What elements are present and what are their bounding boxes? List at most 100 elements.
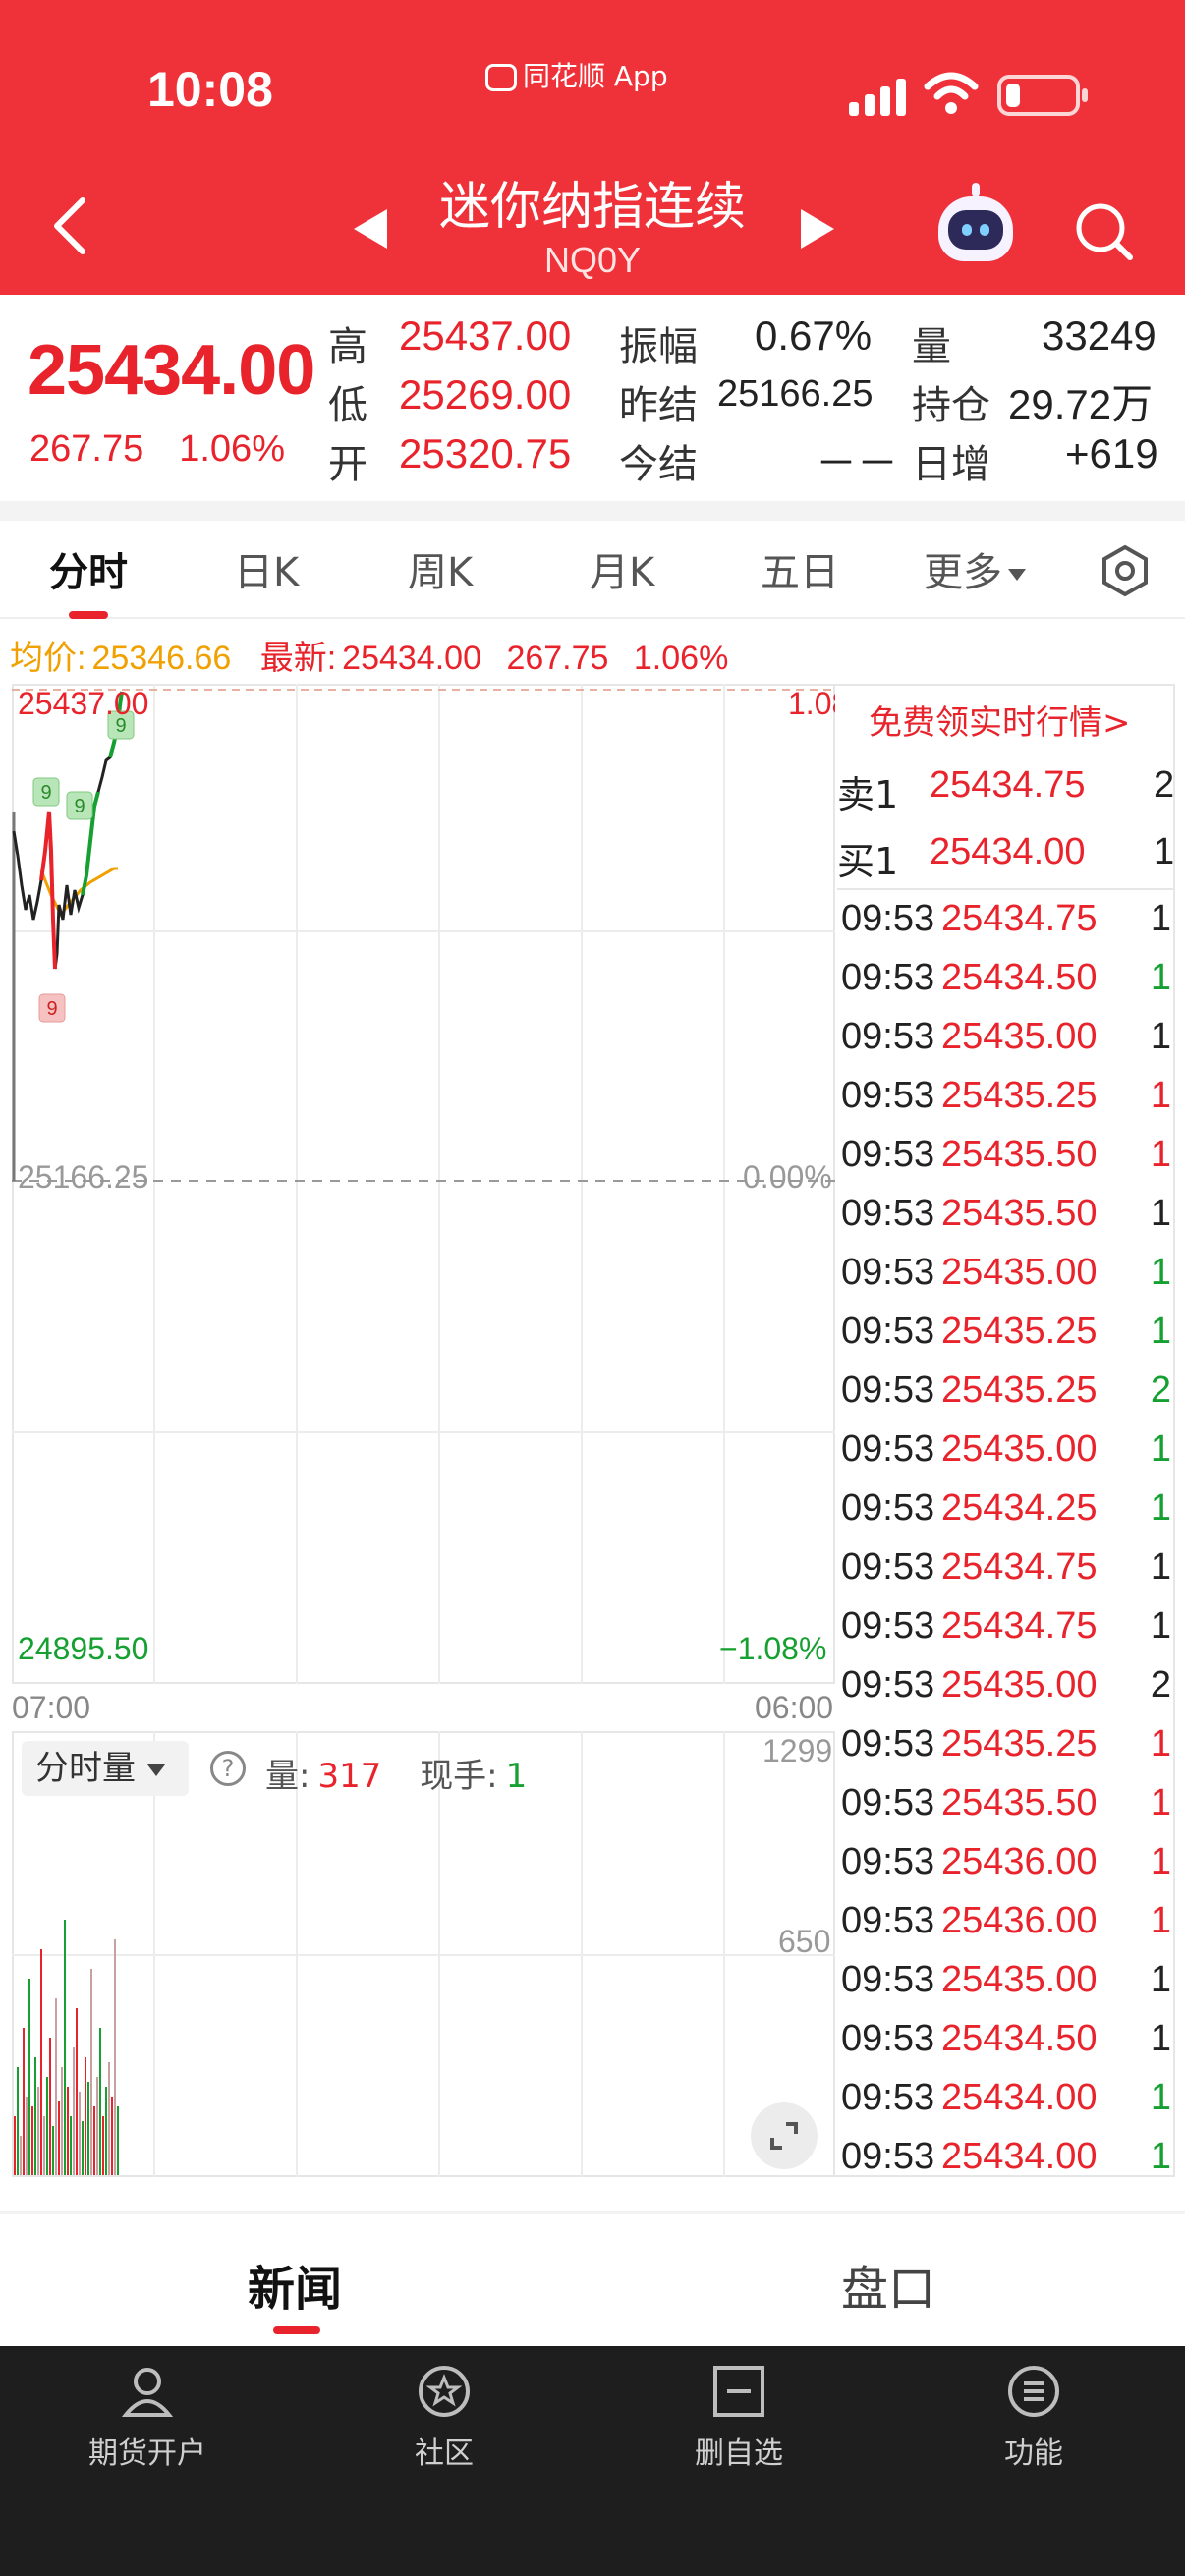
nav-community[interactable]: 社区 xyxy=(346,2362,542,2472)
volume-chart-svg xyxy=(12,1731,835,2177)
fullscreen-button[interactable] xyxy=(751,2102,818,2169)
volume-bar xyxy=(105,2087,107,2175)
trade-time: 09:53 xyxy=(841,1546,935,1588)
quote-label: 量 xyxy=(912,324,951,369)
trade-row: 09:53 25435.25 1 xyxy=(841,1067,1175,1126)
trade-row: 09:53 25434.75 1 xyxy=(841,890,1175,949)
expand-icon xyxy=(770,2122,798,2150)
bid1-label: 买1 xyxy=(837,840,899,883)
volume-bar xyxy=(67,2087,69,2175)
trade-volume: 1 xyxy=(1150,1546,1171,1588)
trade-volume: 1 xyxy=(1150,1723,1171,1764)
trade-volume: 1 xyxy=(1150,2018,1171,2059)
avg-value: 25346.66 xyxy=(91,640,232,677)
avg-label: 均价: xyxy=(10,640,86,677)
change-value: 267.75 xyxy=(29,428,144,470)
ask1-label: 卖1 xyxy=(837,773,899,816)
trade-price: 25434.25 xyxy=(941,1487,1098,1529)
search-icon[interactable] xyxy=(1073,200,1134,261)
trade-volume: 1 xyxy=(1150,1016,1171,1057)
trade-time: 09:53 xyxy=(841,1016,935,1057)
quote-label: 昨结 xyxy=(619,383,698,428)
trade-volume: 1 xyxy=(1150,1075,1171,1116)
trade-volume: 1 xyxy=(1150,1193,1171,1234)
nav-remove-watchlist[interactable]: 删自选 xyxy=(641,2362,837,2472)
help-icon[interactable]: ? xyxy=(210,1751,246,1786)
y-axis-low: 24895.50 xyxy=(18,1631,149,1666)
tab-monthly-k[interactable]: 月K xyxy=(590,540,654,597)
trade-time: 09:53 xyxy=(841,1605,935,1647)
nav-functions[interactable]: 功能 xyxy=(935,2362,1132,2472)
trade-volume: 1 xyxy=(1150,1959,1171,2000)
tab-news[interactable]: 新闻 xyxy=(248,2250,342,2319)
quote-label: 开 xyxy=(328,442,367,487)
trade-time: 09:53 xyxy=(841,2077,935,2118)
vol-axis-max: 1299 xyxy=(762,1733,833,1768)
trade-time: 09:53 xyxy=(841,1134,935,1175)
trade-price: 25435.00 xyxy=(941,1959,1098,2000)
trade-time: 09:53 xyxy=(841,1311,935,1352)
latest-value: 25434.00 xyxy=(342,640,481,677)
quote-value: 25269.00 xyxy=(399,371,572,418)
ai-assistant-icon[interactable] xyxy=(938,183,1013,261)
menu-icon xyxy=(1008,2366,1059,2417)
quote-value: 33249 xyxy=(1042,312,1157,359)
nav-label: 功能 xyxy=(1004,2436,1063,2471)
x-axis-start: 07:00 xyxy=(12,1690,91,1725)
trade-row: 09:53 25435.25 2 xyxy=(841,1362,1175,1421)
status-time: 10:08 xyxy=(147,62,273,117)
bid1-volume: 1 xyxy=(1154,831,1175,872)
tab-five-day[interactable]: 五日 xyxy=(761,540,839,597)
quote-value: +619 xyxy=(1065,430,1158,476)
volume-bar xyxy=(31,2106,33,2175)
ths-logo-icon xyxy=(485,64,517,91)
trade-price: 25435.50 xyxy=(941,1782,1098,1823)
next-contract-icon[interactable] xyxy=(801,209,834,249)
trade-price: 25435.50 xyxy=(941,1134,1098,1175)
volume-type-selector[interactable]: 分时量 xyxy=(22,1741,189,1796)
signal-icon xyxy=(849,77,908,116)
quote-label: 低 xyxy=(328,383,367,428)
dropdown-icon xyxy=(1008,569,1026,581)
dropdown-icon xyxy=(147,1764,165,1776)
account-icon xyxy=(121,2368,174,2417)
trade-price: 25435.00 xyxy=(941,1016,1098,1057)
quote-label: 今结 xyxy=(619,442,698,487)
realtime-promo-link[interactable]: 免费领实时行情> xyxy=(869,696,1131,744)
change-percent: 1.06% xyxy=(179,428,285,470)
tab-daily-k[interactable]: 日K xyxy=(234,540,299,597)
volume-bar xyxy=(99,2028,101,2175)
trade-row: 09:53 25435.50 1 xyxy=(841,1774,1175,1833)
volume-bar xyxy=(23,2028,25,2175)
back-icon[interactable] xyxy=(49,196,92,255)
volume-bars xyxy=(14,1920,119,2175)
hand-label: 现手: xyxy=(420,1757,498,1796)
trade-volume: 1 xyxy=(1150,2136,1171,2177)
nav-futures-account[interactable]: 期货开户 xyxy=(49,2362,246,2472)
latest-label: 最新: xyxy=(259,640,337,677)
trade-price: 25434.50 xyxy=(941,957,1098,998)
hand-value: 1 xyxy=(505,1757,528,1796)
tab-pankou[interactable]: 盘口 xyxy=(841,2250,935,2319)
volume-bar xyxy=(17,2067,19,2175)
remove-watchlist-icon xyxy=(713,2366,764,2417)
chart-info-line: 均价: 25346.66 最新: 25434.00 267.75 1.06% xyxy=(10,631,728,679)
settings-icon[interactable] xyxy=(1099,544,1152,597)
quote-value: 25320.75 xyxy=(399,430,572,476)
tab-more[interactable]: 更多 xyxy=(924,540,1026,597)
trade-time: 09:53 xyxy=(841,1487,935,1529)
trade-time: 09:53 xyxy=(841,2136,935,2177)
quote-value: 29.72万 xyxy=(1008,381,1154,427)
tab-weekly-k[interactable]: 周K xyxy=(408,540,473,597)
volume-bar xyxy=(52,2126,54,2175)
y-axis-mid: 25166.25 xyxy=(18,1159,149,1195)
trade-price: 25436.00 xyxy=(941,1900,1098,1941)
y-axis-high: 25437.00 xyxy=(18,686,149,721)
wifi-icon xyxy=(924,72,979,114)
trade-price: 25436.00 xyxy=(941,1841,1098,1882)
trade-volume: 2 xyxy=(1150,1370,1171,1411)
trade-price: 25434.75 xyxy=(941,1605,1098,1647)
trade-time: 09:53 xyxy=(841,1723,935,1764)
tab-intraday[interactable]: 分时 xyxy=(49,540,128,597)
trade-time: 09:53 xyxy=(841,1664,935,1706)
